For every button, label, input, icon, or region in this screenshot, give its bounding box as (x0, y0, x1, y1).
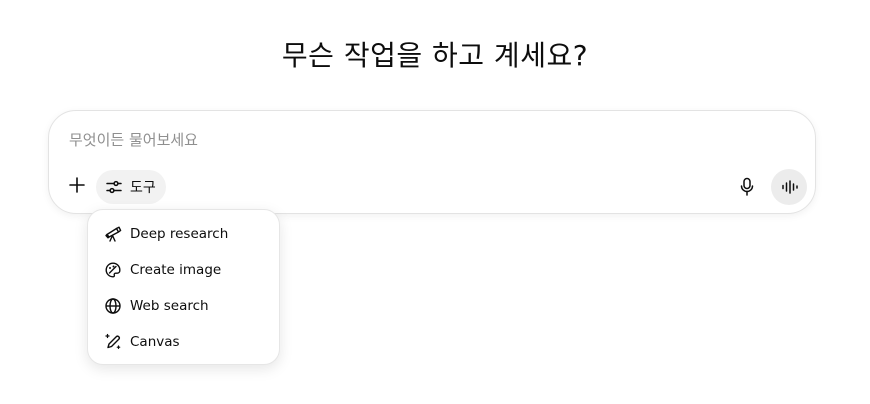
page: 무슨 작업을 하고 계세요? 도구 (0, 0, 870, 404)
telescope-icon (104, 225, 122, 243)
dictate-button[interactable] (735, 174, 759, 200)
plus-icon (68, 176, 86, 194)
menu-item-deep-research[interactable]: Deep research (88, 216, 279, 252)
voice-mode-button[interactable] (771, 169, 807, 205)
prompt-input[interactable] (69, 127, 769, 153)
menu-item-label: Web search (130, 298, 209, 314)
page-headline: 무슨 작업을 하고 계세요? (281, 39, 589, 72)
menu-item-label: Deep research (130, 226, 229, 242)
menu-item-create-image[interactable]: Create image (88, 252, 279, 288)
globe-icon (104, 297, 122, 315)
palette-icon (104, 261, 122, 279)
sliders-icon (105, 178, 123, 196)
voice-waveform-icon (780, 179, 798, 195)
prompt-composer: 도구 (48, 110, 816, 214)
tools-menu: Deep research Create image Web search Ca… (87, 209, 280, 365)
menu-item-label: Create image (130, 262, 222, 278)
menu-item-label: Canvas (130, 334, 180, 350)
tools-button[interactable]: 도구 (96, 170, 166, 204)
menu-item-canvas[interactable]: Canvas (88, 324, 279, 360)
menu-item-web-search[interactable]: Web search (88, 288, 279, 324)
add-attachment-button[interactable] (65, 173, 89, 197)
tools-button-label: 도구 (130, 180, 156, 196)
microphone-icon (739, 177, 755, 197)
pen-sparkle-icon (104, 333, 122, 351)
